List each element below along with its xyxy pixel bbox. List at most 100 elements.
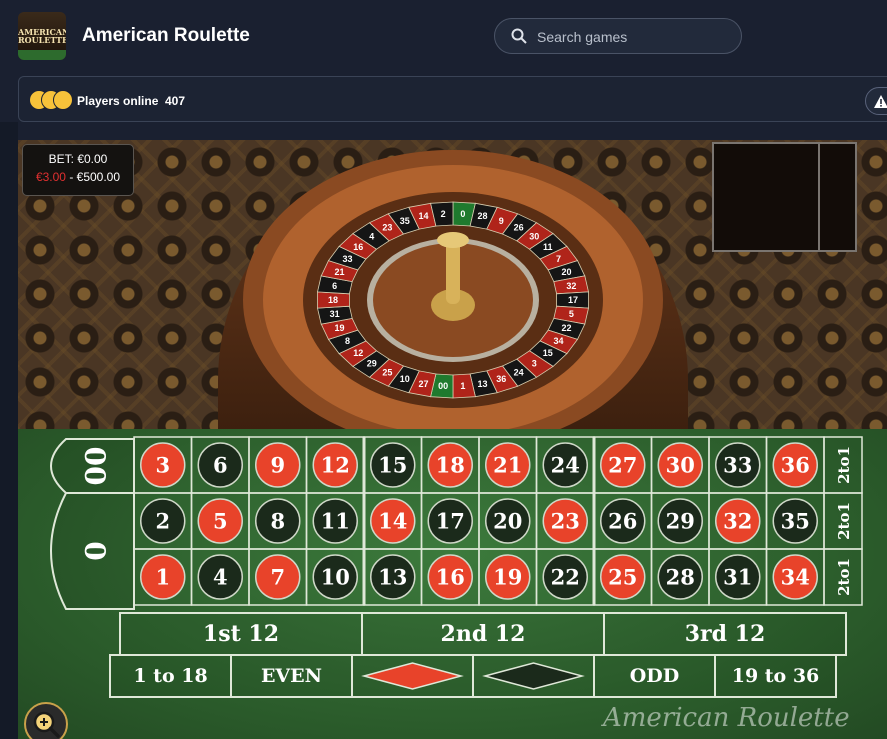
outside-label-19-to-36: 19 to 36: [732, 665, 820, 687]
wheel-number-34: 34: [553, 336, 563, 346]
number-label-13: 13: [378, 565, 407, 590]
wheel-number-13: 13: [477, 379, 487, 389]
number-label-28: 28: [666, 565, 695, 590]
players-info-bar: Players online 407: [18, 76, 887, 122]
wheel-number-16: 16: [353, 242, 363, 252]
number-label-3: 3: [155, 453, 170, 478]
wheel-number-24: 24: [514, 367, 524, 377]
wheel-number-8: 8: [345, 336, 350, 346]
number-label-19: 19: [493, 565, 522, 590]
betting-layout[interactable]: 000 3 6 9 12 15 18 21 24 27 30 33 362 5 8 11 14 17 20 23 26…: [18, 429, 887, 739]
zoom-in-icon: [33, 711, 60, 738]
search-icon: [511, 28, 527, 44]
logo-felt: [18, 50, 66, 60]
number-label-27: 27: [608, 453, 637, 478]
outside-label-1-to-18: 1 to 18: [133, 665, 207, 687]
wheel-number-15: 15: [543, 348, 553, 358]
dozen-label-1: 1st 12: [203, 621, 279, 647]
wheel-number-11: 11: [543, 242, 553, 252]
bet-info-panel: BET: €0.00 €3.00 - €500.00: [22, 144, 134, 196]
number-label-36: 36: [781, 453, 810, 478]
zoom-button[interactable]: [24, 702, 68, 739]
number-label-35: 35: [781, 509, 810, 534]
number-label-26: 26: [608, 509, 637, 534]
number-label-25: 25: [608, 565, 637, 590]
wheel-number-25: 25: [382, 367, 392, 377]
dozen-label-3: 3rd 12: [685, 621, 766, 647]
wheel-number-20: 20: [561, 267, 571, 277]
wheel-number-28: 28: [477, 211, 487, 221]
wheel-number-00: 00: [438, 381, 448, 391]
number-label-18: 18: [436, 453, 465, 478]
number-label-2: 2: [155, 509, 170, 534]
wheel-number-35: 35: [400, 216, 410, 226]
wheel-number-27: 27: [418, 379, 428, 389]
search-box[interactable]: [494, 18, 742, 54]
number-label-14: 14: [378, 509, 407, 534]
wheel-number-30: 30: [529, 231, 539, 241]
number-label-15: 15: [378, 453, 407, 478]
number-label-16: 16: [436, 565, 465, 590]
game-area[interactable]: 0 28 9 26 30 11 7 20 32 17 5 22 34 15 3 24 36 13 1 00 27 10 25…: [18, 140, 887, 739]
bet-limits: €3.00 - €500.00: [23, 170, 133, 184]
current-bet: BET: €0.00: [48, 152, 108, 166]
number-label-11: 11: [321, 509, 350, 534]
column-bet-label-1: 2to1: [835, 446, 853, 484]
column-bet-label-3: 2to1: [835, 558, 853, 596]
number-label-1: 1: [155, 565, 170, 590]
number-label-33: 33: [723, 453, 752, 478]
number-label-30: 30: [666, 453, 695, 478]
wheel-number-9: 9: [499, 216, 504, 226]
wheel-number-36: 36: [496, 374, 506, 384]
number-label-29: 29: [666, 509, 695, 534]
wheel-number-4: 4: [369, 231, 374, 241]
history-divider: [818, 144, 820, 250]
wheel-number-10: 10: [400, 374, 410, 384]
report-button[interactable]: [865, 87, 887, 115]
left-sidebar-strip: [0, 122, 18, 739]
players-online-label: Players online: [77, 94, 159, 108]
number-label-4: 4: [213, 565, 228, 590]
wheel-number-29: 29: [367, 359, 377, 369]
number-label-20: 20: [493, 509, 522, 534]
zero-label-00: 00: [80, 447, 113, 486]
number-label-34: 34: [781, 565, 810, 590]
wheel-number-23: 23: [382, 223, 392, 233]
header-bar: AMERICAN ROULETTE American Roulette: [0, 0, 887, 74]
number-label-12: 12: [321, 453, 350, 478]
number-label-17: 17: [436, 509, 465, 534]
wheel-number-12: 12: [353, 348, 363, 358]
wheel-number-0: 0: [460, 209, 465, 219]
dozen-label-2: 2nd 12: [441, 621, 526, 647]
zero-label-0: 0: [80, 541, 113, 560]
warning-icon: [874, 95, 887, 108]
wheel-number-7: 7: [556, 254, 561, 264]
wheel-number-2: 2: [441, 209, 446, 219]
number-label-31: 31: [723, 565, 752, 590]
column-bet-label-2: 2to1: [835, 502, 853, 540]
wheel-number-32: 32: [566, 281, 576, 291]
outside-label-even: EVEN: [261, 665, 322, 687]
number-label-7: 7: [270, 565, 285, 590]
number-label-22: 22: [551, 565, 580, 590]
bet-range-separator: -: [65, 170, 77, 184]
number-label-21: 21: [493, 453, 522, 478]
wheel-number-21: 21: [334, 267, 344, 277]
wheel-number-19: 19: [334, 323, 344, 333]
outside-label-odd: ODD: [630, 665, 680, 687]
wheel-number-31: 31: [330, 309, 340, 319]
wheel-number-18: 18: [328, 295, 338, 305]
betting-table[interactable]: 00 0 3 6 9 12 15 18 21 24 27 30 33 36 2 5 8 11 14 17 20 23 26…: [18, 429, 887, 739]
logo-text: AMERICAN ROULETTE: [18, 28, 66, 44]
game-logo: AMERICAN ROULETTE: [18, 12, 66, 60]
wheel-number-14: 14: [418, 211, 428, 221]
wheel-number-26: 26: [514, 223, 524, 233]
players-online-count: 407: [165, 94, 186, 108]
wheel-number-1: 1: [460, 381, 465, 391]
wheel-number-5: 5: [569, 309, 574, 319]
bet-min: €3.00: [35, 170, 66, 184]
number-label-10: 10: [321, 565, 350, 590]
results-history-panel: [712, 142, 857, 252]
wheel-number-17: 17: [568, 295, 578, 305]
search-input[interactable]: [535, 26, 729, 48]
